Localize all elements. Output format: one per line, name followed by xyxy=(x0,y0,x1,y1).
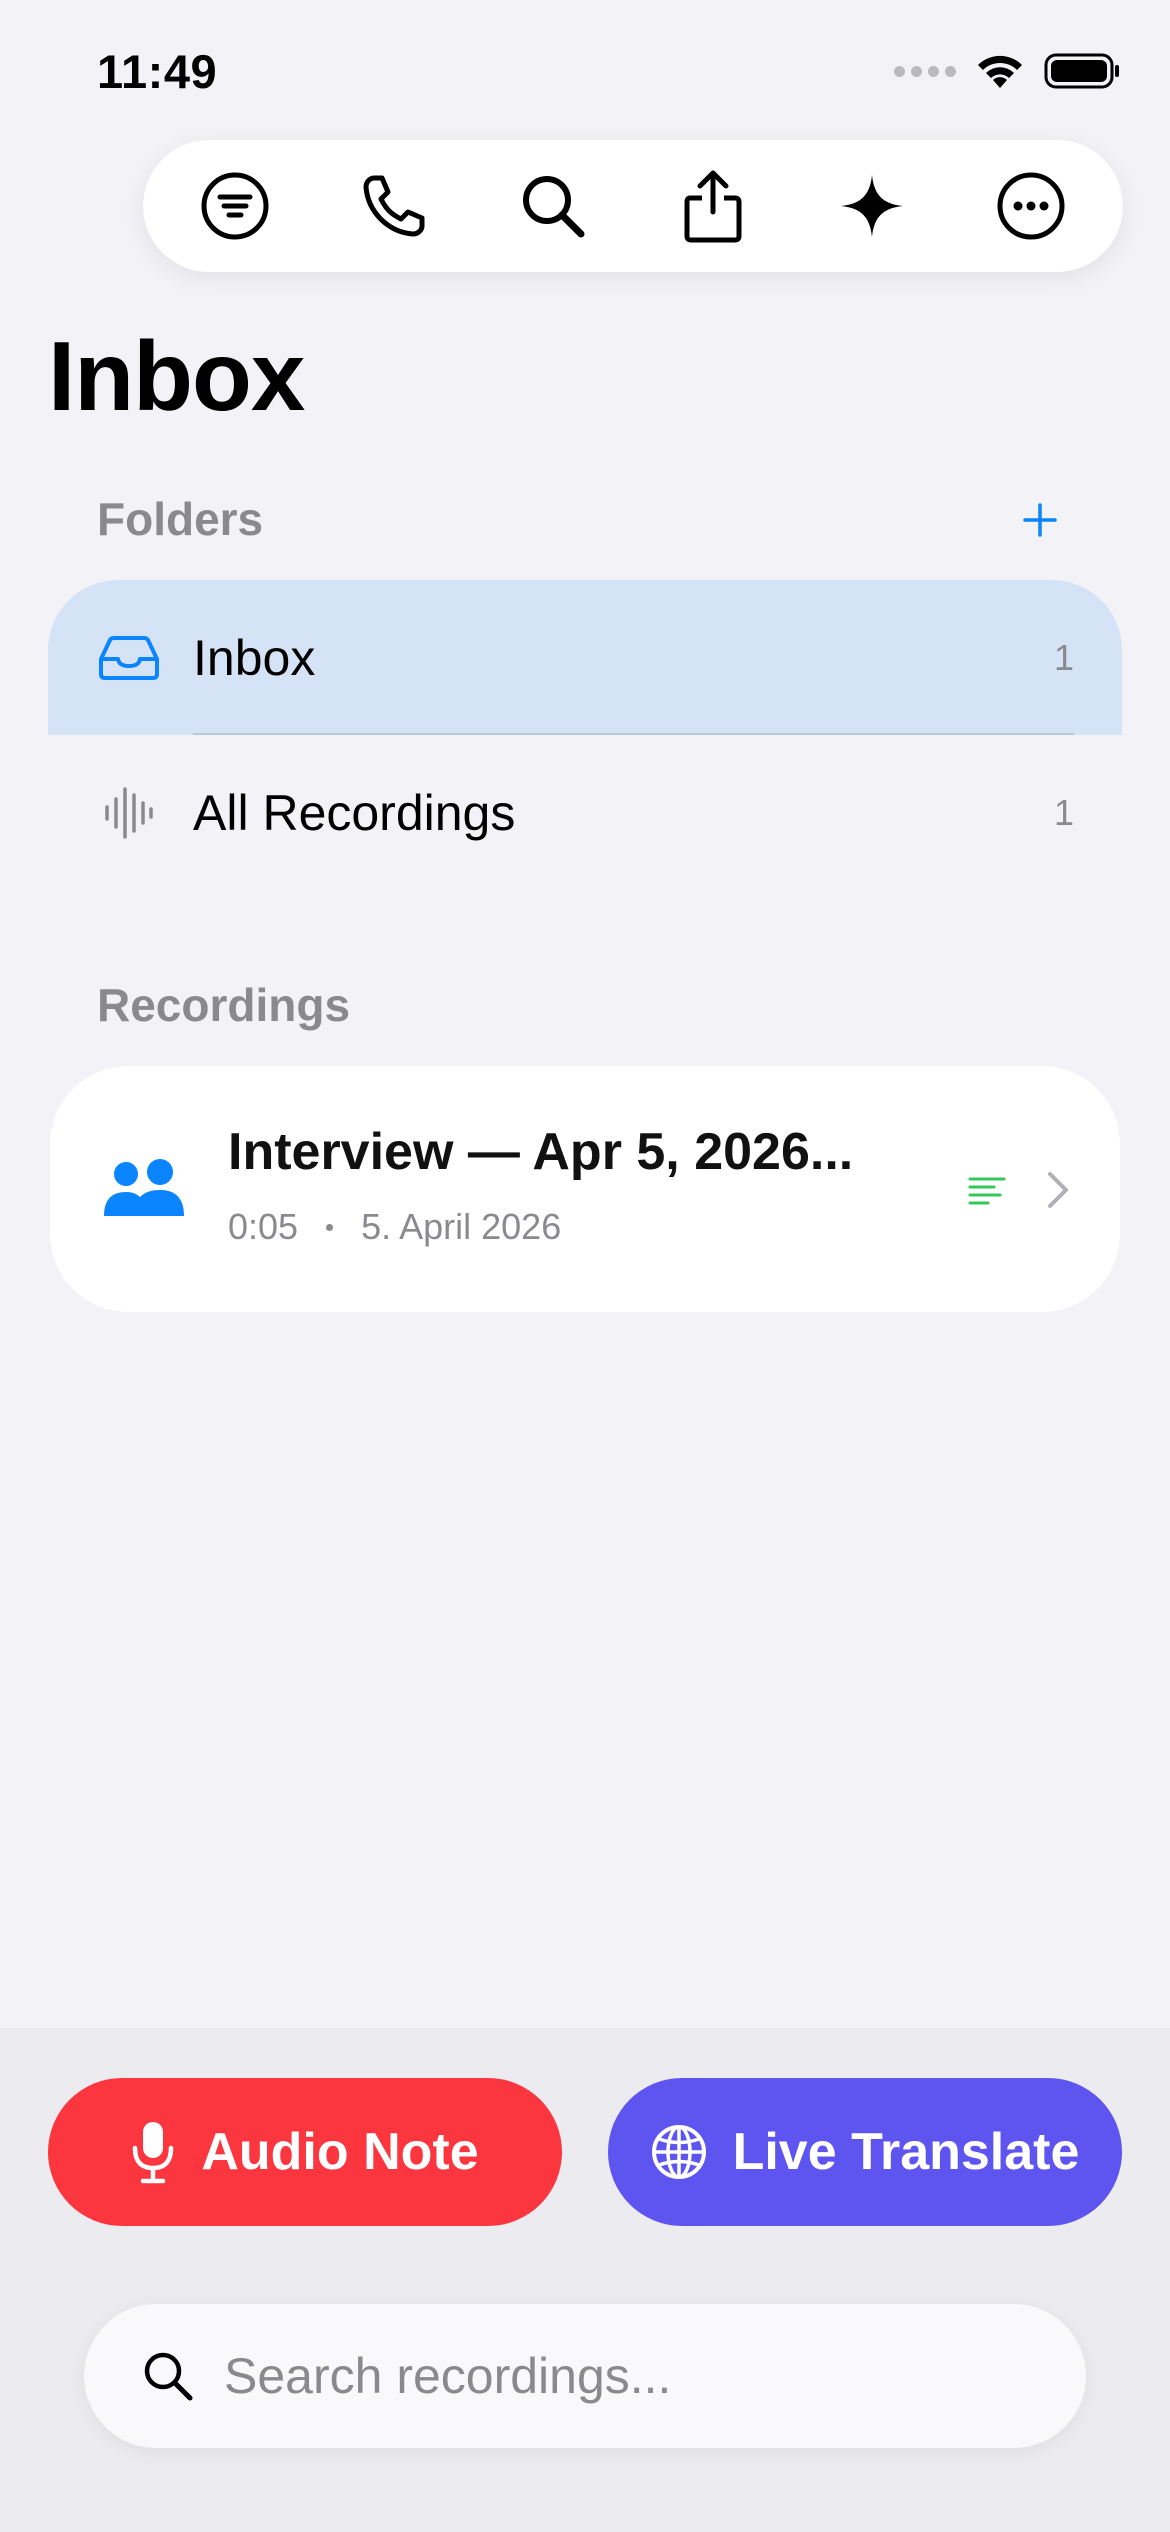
folder-list: Inbox 1 All Recordings 1 xyxy=(48,580,1122,890)
plus-icon xyxy=(1023,503,1057,537)
status-time: 11:49 xyxy=(97,45,218,98)
live-translate-label: Live Translate xyxy=(732,2123,1080,2181)
chevron-right-icon xyxy=(1046,1170,1070,1215)
folder-row-inbox[interactable]: Inbox 1 xyxy=(48,580,1122,735)
share-button[interactable] xyxy=(663,156,763,256)
search-bar[interactable] xyxy=(84,2304,1086,2448)
ai-button[interactable] xyxy=(822,156,922,256)
bottom-bar: Audio Note Live Translate xyxy=(0,2028,1170,2532)
audio-note-label: Audio Note xyxy=(201,2123,479,2181)
folder-row-all-recordings[interactable]: All Recordings 1 xyxy=(48,735,1122,890)
call-recording-button[interactable] xyxy=(344,156,444,256)
cellular-signal-icon xyxy=(894,65,956,77)
audio-note-button[interactable]: Audio Note xyxy=(48,2078,562,2226)
recording-date: 5. April 2026 xyxy=(361,1206,562,1247)
folder-count: 1 xyxy=(1053,636,1074,678)
top-toolbar xyxy=(143,140,1123,272)
folders-header: Folders xyxy=(97,493,264,545)
filter-button[interactable] xyxy=(185,156,285,256)
live-translate-button[interactable]: Live Translate xyxy=(608,2078,1122,2226)
microphone-icon xyxy=(133,2122,174,2184)
wifi-icon xyxy=(974,52,1026,90)
search-input[interactable] xyxy=(222,2346,1046,2406)
search-icon xyxy=(140,2348,196,2404)
search-button[interactable] xyxy=(503,156,603,256)
add-folder-button[interactable] xyxy=(1010,490,1070,550)
folder-label: Inbox xyxy=(193,629,316,686)
filter-icon xyxy=(201,172,269,240)
share-icon xyxy=(684,170,742,243)
recording-duration: 0:05 xyxy=(228,1206,299,1247)
recording-meta: 0:05 5. April 2026 xyxy=(228,1206,561,1248)
recording-title: Interview — Apr 5, 2026... xyxy=(228,1123,854,1181)
globe-icon xyxy=(651,2125,706,2179)
waveform-icon xyxy=(98,782,160,844)
transcript-icon xyxy=(968,1176,1006,1211)
phone-icon xyxy=(363,175,425,237)
recordings-header: Recordings xyxy=(97,979,351,1031)
folder-label: All Recordings xyxy=(193,784,516,841)
people-icon xyxy=(102,1158,186,1223)
sparkle-icon xyxy=(840,175,903,237)
folder-count: 1 xyxy=(1053,791,1074,833)
status-indicators xyxy=(894,52,1120,90)
page-title: Inbox xyxy=(48,321,305,431)
battery-icon xyxy=(1044,53,1120,89)
search-icon xyxy=(523,176,585,238)
recording-card[interactable]: Interview — Apr 5, 2026... 0:05 5. April… xyxy=(50,1066,1120,1312)
more-button[interactable] xyxy=(981,156,1081,256)
separator-dot xyxy=(326,1223,334,1231)
tray-icon xyxy=(98,627,160,689)
more-icon xyxy=(997,172,1065,240)
